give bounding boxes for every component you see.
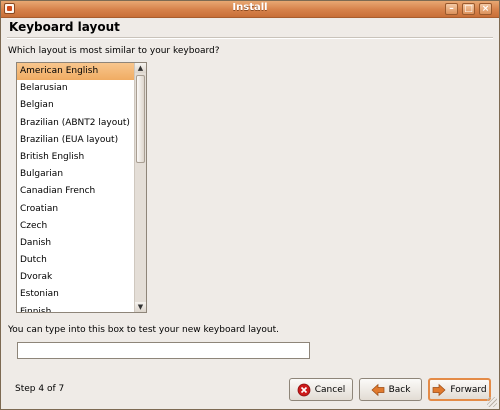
layout-list-item[interactable]: Belgian bbox=[17, 97, 134, 114]
back-button-label: Back bbox=[388, 384, 411, 395]
scroll-down-arrow-icon[interactable]: ▼ bbox=[135, 302, 146, 312]
layout-list-item[interactable]: Brazilian (EUA layout) bbox=[17, 132, 134, 149]
title-bar[interactable]: Install – □ × bbox=[1, 1, 499, 18]
keyboard-layout-list[interactable]: American English Belarusian Belgian Brazili… bbox=[16, 62, 147, 313]
layout-list-items: American English Belarusian Belgian Brazili… bbox=[17, 63, 134, 312]
forward-button[interactable]: Forward bbox=[428, 378, 491, 401]
installer-window: Install – □ × Keyboard layout Which layo… bbox=[0, 0, 500, 410]
layout-list-item[interactable]: Dvorak bbox=[17, 269, 134, 286]
window-title: Install bbox=[232, 2, 268, 13]
cancel-icon bbox=[297, 383, 311, 396]
layout-list-item[interactable]: British English bbox=[17, 149, 134, 166]
resize-grip-icon[interactable] bbox=[487, 397, 497, 407]
close-button[interactable]: × bbox=[479, 3, 492, 15]
forward-arrow-icon bbox=[433, 383, 446, 396]
layout-list-item[interactable]: Croatian bbox=[17, 201, 134, 218]
cancel-button[interactable]: Cancel bbox=[289, 378, 353, 401]
keyboard-test-input[interactable] bbox=[17, 342, 310, 359]
back-arrow-icon bbox=[371, 383, 384, 396]
back-button[interactable]: Back bbox=[359, 378, 422, 401]
maximize-button[interactable]: □ bbox=[462, 3, 475, 15]
layout-list-scrollbar[interactable]: ▲ ▼ bbox=[134, 63, 146, 312]
layout-list-item[interactable]: Czech bbox=[17, 218, 134, 235]
layout-list-item[interactable]: Canadian French bbox=[17, 183, 134, 200]
layout-question-label: Which layout is most similar to your key… bbox=[8, 46, 220, 56]
layout-list-item[interactable]: American English bbox=[17, 63, 134, 81]
layout-list-item[interactable]: Belarusian bbox=[17, 80, 134, 97]
test-box-label: You can type into this box to test your … bbox=[8, 325, 280, 335]
layout-list-item[interactable]: Danish bbox=[17, 235, 134, 252]
layout-list-item[interactable]: Finnish bbox=[17, 304, 134, 312]
forward-button-label: Forward bbox=[450, 384, 487, 395]
layout-list-item[interactable]: Dutch bbox=[17, 252, 134, 269]
header-divider bbox=[7, 37, 493, 39]
step-indicator: Step 4 of 7 bbox=[15, 384, 65, 394]
layout-list-item[interactable]: Estonian bbox=[17, 286, 134, 303]
layout-list-item[interactable]: Bulgarian bbox=[17, 166, 134, 183]
cancel-button-label: Cancel bbox=[314, 384, 346, 395]
minimize-button[interactable]: – bbox=[445, 3, 458, 15]
scrollbar-thumb[interactable] bbox=[136, 75, 145, 163]
page-title: Keyboard layout bbox=[9, 20, 120, 34]
scroll-up-arrow-icon[interactable]: ▲ bbox=[135, 63, 146, 73]
layout-list-item[interactable]: Brazilian (ABNT2 layout) bbox=[17, 115, 134, 132]
